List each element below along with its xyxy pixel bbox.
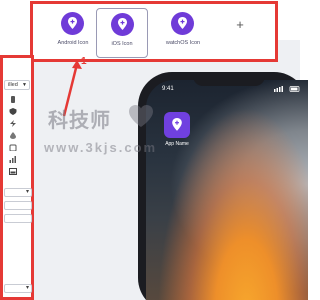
phone-screen: 9:41 App Name bbox=[146, 80, 308, 300]
android-app-icon bbox=[61, 12, 84, 35]
tile-label: watchOS Icon bbox=[165, 40, 201, 46]
signal-icon[interactable] bbox=[9, 156, 17, 163]
style-select-value: illed bbox=[8, 82, 18, 88]
style-select[interactable]: illed ▼ bbox=[4, 80, 30, 90]
device-icon[interactable] bbox=[9, 96, 17, 103]
ios-app-icon bbox=[111, 13, 134, 36]
image-icon[interactable] bbox=[9, 168, 17, 175]
app-name-label: App Name bbox=[165, 141, 189, 147]
home-app[interactable]: App Name bbox=[162, 112, 192, 147]
tile-android-icon[interactable]: Android Icon bbox=[47, 8, 99, 58]
sidebar-dropdown[interactable] bbox=[4, 188, 32, 197]
watermark-url: www.3kjs.com bbox=[44, 140, 158, 155]
chevron-down-icon: ▼ bbox=[22, 82, 27, 88]
heart-icon bbox=[129, 105, 153, 127]
tile-watchos-icon[interactable]: watchOS Icon bbox=[157, 8, 209, 58]
platform-icon-strip: Android Icon iOS Icon watchOS Icon + bbox=[30, 1, 278, 62]
shield-icon[interactable] bbox=[9, 108, 17, 115]
hand-icon[interactable] bbox=[9, 144, 17, 151]
tile-ios-icon[interactable]: iOS Icon bbox=[96, 8, 148, 58]
app-icon bbox=[164, 112, 190, 138]
annotation-number: 1 bbox=[81, 56, 87, 67]
add-platform-button[interactable]: + bbox=[229, 14, 251, 36]
left-sidebar: illed ▼ bbox=[0, 55, 34, 300]
watermark-text: 科技师 bbox=[48, 108, 111, 132]
watchos-app-icon bbox=[171, 12, 194, 35]
sidebar-input[interactable] bbox=[4, 214, 32, 223]
phone-mockup: 9:41 App Name bbox=[138, 72, 308, 300]
sidebar-input[interactable] bbox=[4, 201, 32, 210]
bolt-icon[interactable] bbox=[9, 120, 17, 127]
status-time: 9:41 bbox=[162, 86, 174, 92]
droplet-icon[interactable] bbox=[9, 132, 17, 139]
sidebar-dropdown[interactable] bbox=[4, 284, 32, 293]
phone-notch bbox=[193, 72, 265, 86]
status-bar-icons bbox=[274, 86, 300, 92]
